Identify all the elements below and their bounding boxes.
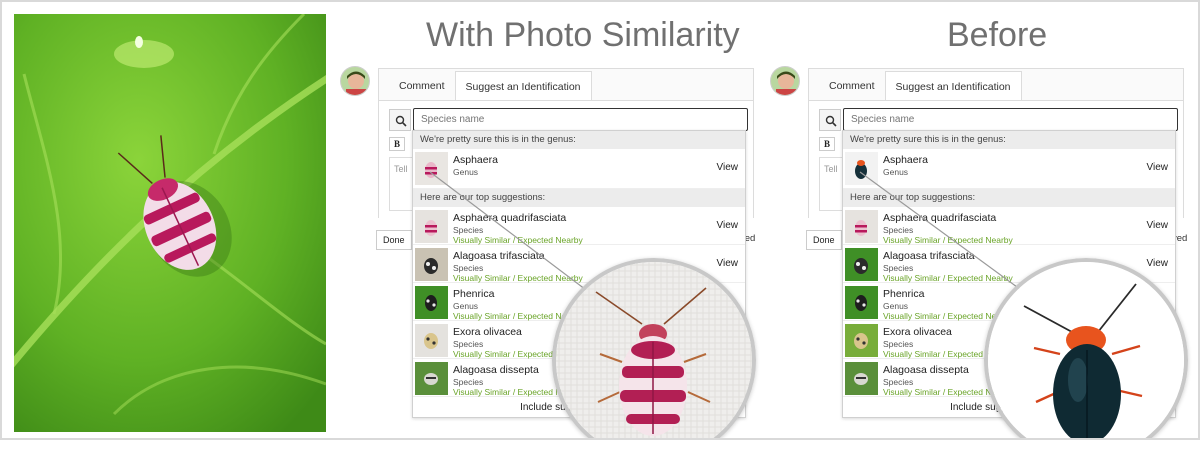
done-button[interactable]: Done bbox=[376, 230, 412, 250]
suggestions-header: Here are our top suggestions: bbox=[413, 189, 745, 207]
taxon-rank: Species bbox=[883, 263, 914, 273]
taxon-name: Asphaera bbox=[453, 154, 498, 166]
tab-suggest-identification[interactable]: Suggest an Identification bbox=[884, 71, 1022, 101]
observation-photo bbox=[14, 14, 326, 432]
genus-suggestion-row[interactable]: Asphaera Genus View bbox=[413, 149, 745, 189]
thumbnail bbox=[415, 286, 448, 319]
taxon-rank: Species bbox=[453, 263, 484, 273]
avatar[interactable] bbox=[340, 66, 370, 96]
view-link[interactable]: View bbox=[717, 220, 739, 231]
taxon-rank: Species bbox=[883, 225, 914, 235]
thumbnail bbox=[845, 286, 878, 319]
taxon-name: Asphaera quadrifasciata bbox=[453, 212, 567, 224]
similarity-label: Visually Similar / Expected Nearby bbox=[453, 235, 583, 245]
thumbnail bbox=[415, 324, 448, 357]
genus-suggestion-row[interactable]: Asphaera Genus View bbox=[843, 149, 1175, 189]
genus-header: We're pretty sure this is in the genus: bbox=[843, 131, 1175, 149]
thumbnail bbox=[845, 248, 878, 281]
thumbnail bbox=[845, 210, 878, 243]
taxon-rank: Genus bbox=[883, 301, 909, 311]
thumbnail bbox=[415, 210, 448, 243]
similarity-label: Visually Similar / Expected Nearby bbox=[453, 273, 583, 283]
bold-icon[interactable]: B bbox=[389, 137, 405, 151]
taxon-name: Alagoasa trifasciata bbox=[883, 250, 975, 262]
taxon-name: Alagoasa dissepta bbox=[883, 364, 969, 376]
bold-icon[interactable]: B bbox=[819, 137, 835, 151]
avatar[interactable] bbox=[770, 66, 800, 96]
thumbnail bbox=[415, 248, 448, 281]
search-icon[interactable] bbox=[389, 109, 411, 131]
beetle-closeup-pink bbox=[556, 262, 752, 438]
genus-header: We're pretty sure this is in the genus: bbox=[413, 131, 745, 149]
beetle-closeup-black bbox=[988, 262, 1184, 438]
tab-comment[interactable]: Comment bbox=[819, 71, 885, 101]
view-link[interactable]: View bbox=[717, 258, 739, 269]
species-name-input[interactable] bbox=[413, 108, 748, 131]
comparison-figure: With Photo Similarity Before Comment Sug… bbox=[0, 0, 1200, 440]
tab-bar: Comment Suggest an Identification bbox=[819, 71, 1022, 101]
taxon-rank: Species bbox=[453, 225, 484, 235]
taxon-name: Alagoasa trifasciata bbox=[453, 250, 545, 262]
thumbnail bbox=[845, 362, 878, 395]
thumbnail bbox=[415, 152, 448, 185]
tab-comment[interactable]: Comment bbox=[389, 71, 455, 101]
suggestion-row[interactable]: Asphaera quadrifasciata Species Visually… bbox=[843, 207, 1175, 245]
tab-bar: Comment Suggest an Identification bbox=[389, 71, 592, 101]
species-name-input[interactable] bbox=[843, 108, 1178, 131]
taxon-name: Asphaera bbox=[883, 154, 928, 166]
view-link[interactable]: View bbox=[1147, 258, 1169, 269]
thumbnail bbox=[415, 362, 448, 395]
taxon-name: Asphaera quadrifasciata bbox=[883, 212, 997, 224]
taxon-rank: Genus bbox=[453, 167, 479, 177]
suggestion-row[interactable]: Asphaera quadrifasciata Species Visually… bbox=[413, 207, 745, 245]
suggestions-header: Here are our top suggestions: bbox=[843, 189, 1175, 207]
thumbnail bbox=[845, 152, 878, 185]
taxon-rank: Species bbox=[453, 339, 484, 349]
taxon-rank: Species bbox=[453, 377, 484, 387]
taxon-name: Phenrica bbox=[453, 288, 495, 300]
done-button[interactable]: Done bbox=[806, 230, 842, 250]
taxon-name: Exora olivacea bbox=[453, 326, 522, 338]
leaf-beetle-photo bbox=[14, 14, 326, 432]
search-icon[interactable] bbox=[819, 109, 841, 131]
thumbnail bbox=[845, 324, 878, 357]
taxon-name: Exora olivacea bbox=[883, 326, 952, 338]
taxon-rank: Genus bbox=[453, 301, 479, 311]
taxon-name: Phenrica bbox=[883, 288, 925, 300]
taxon-rank: Species bbox=[883, 339, 914, 349]
tab-suggest-identification[interactable]: Suggest an Identification bbox=[454, 71, 592, 101]
view-link[interactable]: View bbox=[1147, 220, 1169, 231]
view-link[interactable]: View bbox=[717, 162, 739, 173]
taxon-rank: Species bbox=[883, 377, 914, 387]
taxon-name: Alagoasa dissepta bbox=[453, 364, 539, 376]
similarity-label: Visually Similar / Expected Nearby bbox=[883, 273, 1013, 283]
view-link[interactable]: View bbox=[1147, 162, 1169, 173]
similarity-label: Visually Similar / Expected Nearby bbox=[883, 235, 1013, 245]
taxon-rank: Genus bbox=[883, 167, 909, 177]
